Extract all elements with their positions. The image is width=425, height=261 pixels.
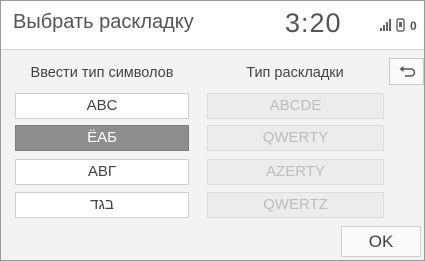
- layout-azerty-button[interactable]: AZERTY: [207, 159, 384, 185]
- counter-icon: 0: [410, 19, 417, 33]
- page-title: Выбрать раскладку: [13, 11, 194, 33]
- clock: 3:20: [285, 8, 342, 38]
- return-arrow-icon: [399, 66, 416, 77]
- signal-icon: [380, 19, 391, 31]
- layout-qwertz-button[interactable]: QWERTZ: [207, 192, 384, 218]
- phone-icon: [396, 18, 405, 32]
- character-type-label: Ввести тип символов: [30, 65, 174, 81]
- status-icons: 0: [379, 17, 424, 33]
- char-type-cyrillic-button[interactable]: ЁАБ: [15, 125, 189, 151]
- char-type-greek-button[interactable]: ΑΒΓ: [15, 159, 189, 185]
- layout-type-label: Тип раскладки: [246, 65, 344, 81]
- ok-button[interactable]: OK: [341, 226, 421, 257]
- header-bar: Выбрать раскладку 3:20 0: [1, 1, 424, 50]
- char-type-abc-button[interactable]: ABC: [15, 93, 189, 119]
- back-button[interactable]: [389, 58, 424, 85]
- char-type-hebrew-button[interactable]: בגד: [15, 192, 189, 218]
- layout-abcde-button[interactable]: ABCDE: [207, 93, 384, 119]
- keyboard-layout-screen: Выбрать раскладку 3:20 0 Ввести тип симв…: [0, 0, 425, 261]
- layout-qwerty-button[interactable]: QWERTY: [207, 125, 384, 151]
